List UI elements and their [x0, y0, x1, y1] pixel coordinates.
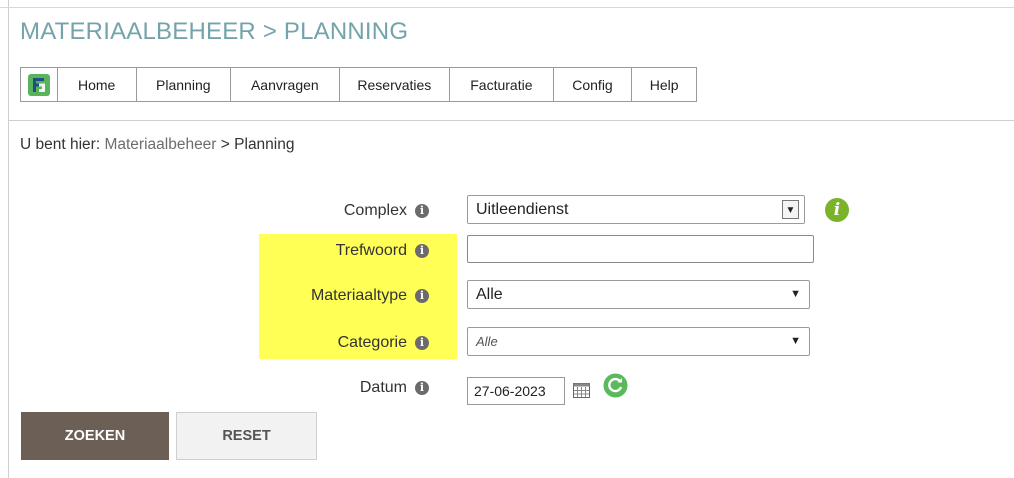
- trefwoord-row: Trefwoord i: [259, 235, 999, 267]
- info-icon[interactable]: i: [415, 336, 429, 350]
- info-help-icon[interactable]: i: [825, 198, 849, 222]
- nav-reservaties[interactable]: Reservaties: [340, 68, 451, 101]
- datum-label-text: Datum: [359, 379, 407, 396]
- info-icon[interactable]: i: [415, 244, 429, 258]
- complex-label-text: Complex: [343, 202, 407, 219]
- categorie-label-text: Categorie: [337, 334, 407, 351]
- breadcrumb-link-materiaalbeheer[interactable]: Materiaalbeheer: [104, 136, 216, 153]
- materiaaltype-value: Alle: [476, 286, 503, 303]
- categorie-row: Categorie i Alle ▼: [259, 327, 999, 359]
- divider: [8, 120, 1014, 121]
- datum-input[interactable]: 27-06-2023: [467, 377, 565, 405]
- chevron-down-icon[interactable]: ▼: [790, 281, 801, 308]
- nav-planning[interactable]: Planning: [137, 68, 232, 101]
- complex-label: Complex i: [344, 195, 429, 227]
- info-icon[interactable]: i: [415, 289, 429, 303]
- chevron-down-icon[interactable]: ▼: [782, 200, 799, 219]
- materiaaltype-row: Materiaaltype i Alle ▼: [259, 280, 999, 312]
- datum-row: Datum i: [259, 372, 999, 404]
- categorie-value: Alle: [476, 334, 498, 349]
- materiaaltype-label-text: Materiaaltype: [310, 287, 407, 304]
- nav-help[interactable]: Help: [632, 68, 696, 101]
- trefwoord-label-text: Trefwoord: [335, 242, 407, 259]
- breadcrumb-separator: >: [220, 136, 230, 153]
- top-border: [0, 7, 1014, 8]
- main-navbar: Home Planning Aanvragen Reservaties Fact…: [20, 67, 697, 102]
- materiaaltype-label: Materiaaltype i: [311, 280, 429, 312]
- reset-button[interactable]: RESET: [176, 412, 317, 460]
- complex-value: Uitleendienst: [476, 201, 569, 218]
- categorie-label: Categorie i: [338, 327, 429, 359]
- trefwoord-label: Trefwoord i: [336, 235, 429, 267]
- breadcrumb-current: Planning: [234, 136, 295, 153]
- breadcrumb: U bent hier: Materiaalbeheer > Planning: [20, 136, 294, 154]
- nav-aanvragen[interactable]: Aanvragen: [231, 68, 340, 101]
- chevron-down-icon[interactable]: ▼: [790, 328, 801, 355]
- info-icon[interactable]: i: [415, 381, 429, 395]
- page-title: MATERIAALBEHEER > PLANNING: [20, 18, 409, 45]
- trefwoord-input[interactable]: [467, 235, 814, 263]
- datum-label: Datum i: [360, 372, 429, 404]
- complex-select[interactable]: Uitleendienst ▼: [467, 195, 805, 224]
- categorie-select[interactable]: Alle ▼: [467, 327, 810, 356]
- fb-logo-icon[interactable]: [21, 68, 58, 101]
- nav-home[interactable]: Home: [58, 68, 137, 101]
- left-border: [8, 0, 9, 478]
- nav-facturatie[interactable]: Facturatie: [450, 68, 554, 101]
- info-icon[interactable]: i: [415, 204, 429, 218]
- complex-row: Complex i Uitleendienst ▼: [259, 195, 999, 227]
- materiaaltype-select[interactable]: Alle ▼: [467, 280, 810, 309]
- nav-config[interactable]: Config: [554, 68, 633, 101]
- breadcrumb-prefix: U bent hier:: [20, 136, 101, 153]
- search-button[interactable]: ZOEKEN: [21, 412, 169, 460]
- calendar-icon[interactable]: [573, 383, 590, 398]
- refresh-icon[interactable]: [603, 373, 628, 398]
